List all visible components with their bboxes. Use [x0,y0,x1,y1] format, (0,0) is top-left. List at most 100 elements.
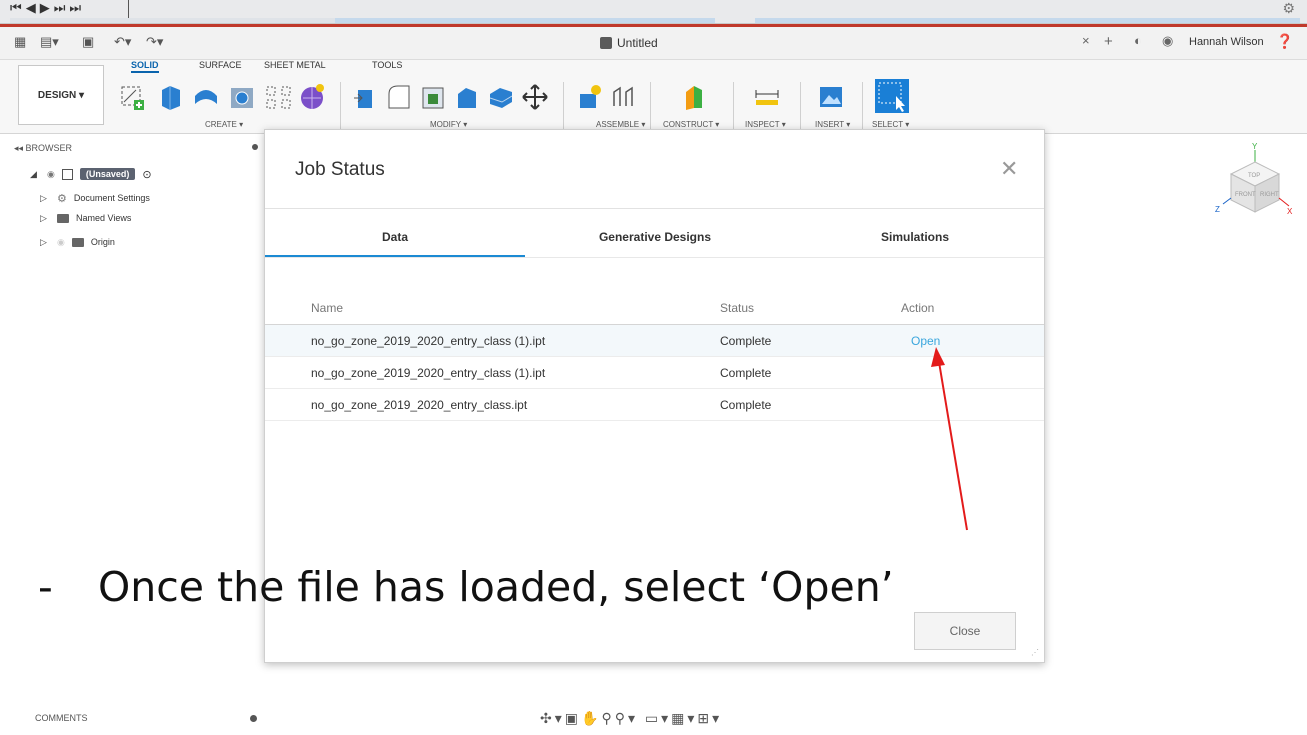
open-link[interactable]: Open [911,334,940,348]
fit-icon[interactable]: ⚲▾ [615,710,638,726]
construct-group-label[interactable]: CONSTRUCT ▾ [663,120,719,129]
shell-icon[interactable] [452,82,482,112]
collapse-triangle-icon[interactable]: ◢ [30,169,40,180]
fillet-icon[interactable] [384,82,414,112]
job-name: no_go_zone_2019_2020_entry_class (1).ipt [311,334,546,348]
offset-plane-icon[interactable] [680,82,710,112]
tab-solid[interactable]: SOLID [131,60,159,73]
ribbon-separator [650,82,651,130]
browser-title[interactable]: ◂◂ BROWSER [14,143,72,154]
measure-icon[interactable] [752,82,782,112]
hole-icon[interactable] [227,82,257,112]
comments-panel-title[interactable]: COMMENTS [35,713,88,723]
create-sketch-icon[interactable] [118,82,148,112]
save-icon[interactable]: ▣ [82,34,94,50]
document-icon [600,37,612,49]
document-title-text: Untitled [617,36,658,50]
move-icon[interactable] [520,82,550,112]
tab-sheet-metal[interactable]: SHEET METAL [264,60,326,70]
joint-icon[interactable] [608,82,638,112]
help-icon[interactable]: ❓ [1276,33,1293,50]
expand-triangle-icon[interactable]: ▷ [40,193,50,204]
job-name: no_go_zone_2019_2020_entry_class.ipt [311,398,528,412]
expand-triangle-icon[interactable]: ▷ [40,213,50,224]
undo-icon[interactable]: ↶▾ [114,34,131,50]
grid-settings-icon[interactable]: ▦▾ [671,710,697,726]
zoom-icon[interactable]: ⚲ [601,710,614,726]
assemble-group-label[interactable]: ASSEMBLE ▾ [596,120,645,129]
z-axis-label: Z [1215,205,1220,214]
table-row[interactable]: no_go_zone_2019_2020_entry_class.ipt Com… [265,389,1044,421]
user-account[interactable]: Hannah Wilson [1189,36,1264,48]
title-bar: ▦ ▤▾ ▣ ↶▾ ↷▾ Untitled × + ◐ ◉ Hannah Wil… [0,27,1307,60]
new-component-icon[interactable] [575,82,605,112]
comments-pin-icon[interactable] [250,715,257,722]
timeline-settings-icon[interactable]: ⚙ [1282,0,1295,17]
collapse-icon[interactable]: ◂◂ [14,143,26,153]
ribbon-separator [862,82,863,130]
tree-item-label: Origin [90,237,115,247]
orbit-icon[interactable]: ✣▾ [540,710,565,726]
y-axis-label: Y [1252,142,1258,151]
tab-simulations[interactable]: Simulations [785,230,1045,244]
last-frame-icon[interactable]: ⏭ [69,0,81,16]
tree-item-label: Document Settings [73,193,150,203]
look-at-icon[interactable]: ▣ [565,710,581,726]
tree-item-named-views[interactable]: ▷ Named Views [40,209,131,227]
tabs-divider [265,257,1044,258]
browser-panel: ◂◂ BROWSER ◢ ◉ (Unsaved) ⊙ ▷ ⚙ Document … [0,135,262,265]
table-row[interactable]: no_go_zone_2019_2020_entry_class (1).ipt… [265,357,1044,389]
activate-radio-icon[interactable]: ⊙ [142,168,151,181]
revolve-icon[interactable] [191,82,221,112]
workspace-switcher[interactable]: DESIGN ▾ [18,65,104,125]
table-row[interactable]: no_go_zone_2019_2020_entry_class (1).ipt… [265,325,1044,357]
step-back-icon[interactable]: ◀ [26,0,36,16]
bullet-dash: - [38,563,53,611]
hidden-eye-icon[interactable]: ◉ [57,237,65,248]
play-icon[interactable]: ▶ [40,0,50,16]
step-forward-icon[interactable]: ⏭ [54,0,66,16]
inspect-group-label[interactable]: INSPECT ▾ [745,120,786,129]
viewports-icon[interactable]: ⊞▾ [697,710,722,726]
insert-image-icon[interactable] [816,82,846,112]
create-group-label[interactable]: CREATE ▾ [205,120,243,129]
chamfer-icon[interactable] [418,82,448,112]
close-icon[interactable]: ✕ [1000,158,1018,180]
resize-grip-icon[interactable]: ⋰ [1031,648,1039,657]
form-icon[interactable] [297,82,327,112]
toolbar-ribbon: DESIGN ▾ SOLID SURFACE SHEET METAL TOOLS… [0,60,1307,134]
instruction-text: Once the file has loaded, select ‘Open’ [98,563,894,611]
select-group-label[interactable]: SELECT ▾ [872,120,909,129]
modify-group-label[interactable]: MODIFY ▾ [430,120,467,129]
app-grid-icon[interactable]: ▦ [14,34,26,50]
pattern-icon[interactable] [264,82,294,112]
tree-item-origin[interactable]: ▷ ◉ Origin [40,233,115,251]
close-button[interactable]: Close [914,612,1016,650]
press-pull-icon[interactable] [350,82,380,112]
tab-generative-designs[interactable]: Generative Designs [525,230,785,244]
first-frame-icon[interactable]: ⏮ [10,0,22,16]
expand-triangle-icon[interactable]: ▷ [40,237,50,248]
close-tab-icon[interactable]: × [1082,33,1090,48]
tab-tools[interactable]: TOOLS [372,60,402,70]
file-menu-icon[interactable]: ▤▾ [40,34,59,50]
tab-data[interactable]: Data [265,230,525,244]
combine-icon[interactable] [486,82,516,112]
pan-icon[interactable]: ✋ [581,710,601,726]
redo-icon[interactable]: ↷▾ [146,34,163,50]
tree-root[interactable]: ◢ ◉ (Unsaved) ⊙ [30,165,152,183]
extrude-icon[interactable] [156,82,186,112]
tree-item-document-settings[interactable]: ▷ ⚙ Document Settings [40,189,150,207]
select-icon[interactable] [874,78,910,114]
notifications-icon[interactable]: ◉ [1162,33,1173,49]
tab-surface[interactable]: SURFACE [199,60,242,70]
new-tab-icon[interactable]: + [1104,33,1113,50]
job-status-icon[interactable]: ◐ [1134,33,1142,48]
browser-pin-icon[interactable] [252,144,258,150]
viewcube[interactable]: Y TOP FRONT RIGHT X Z [1215,140,1295,230]
job-status: Complete [720,366,772,380]
insert-group-label[interactable]: INSERT ▾ [815,120,850,129]
column-header-name: Name [311,301,344,315]
visibility-eye-icon[interactable]: ◉ [47,169,55,180]
display-settings-icon[interactable]: ▭▾ [645,710,671,726]
